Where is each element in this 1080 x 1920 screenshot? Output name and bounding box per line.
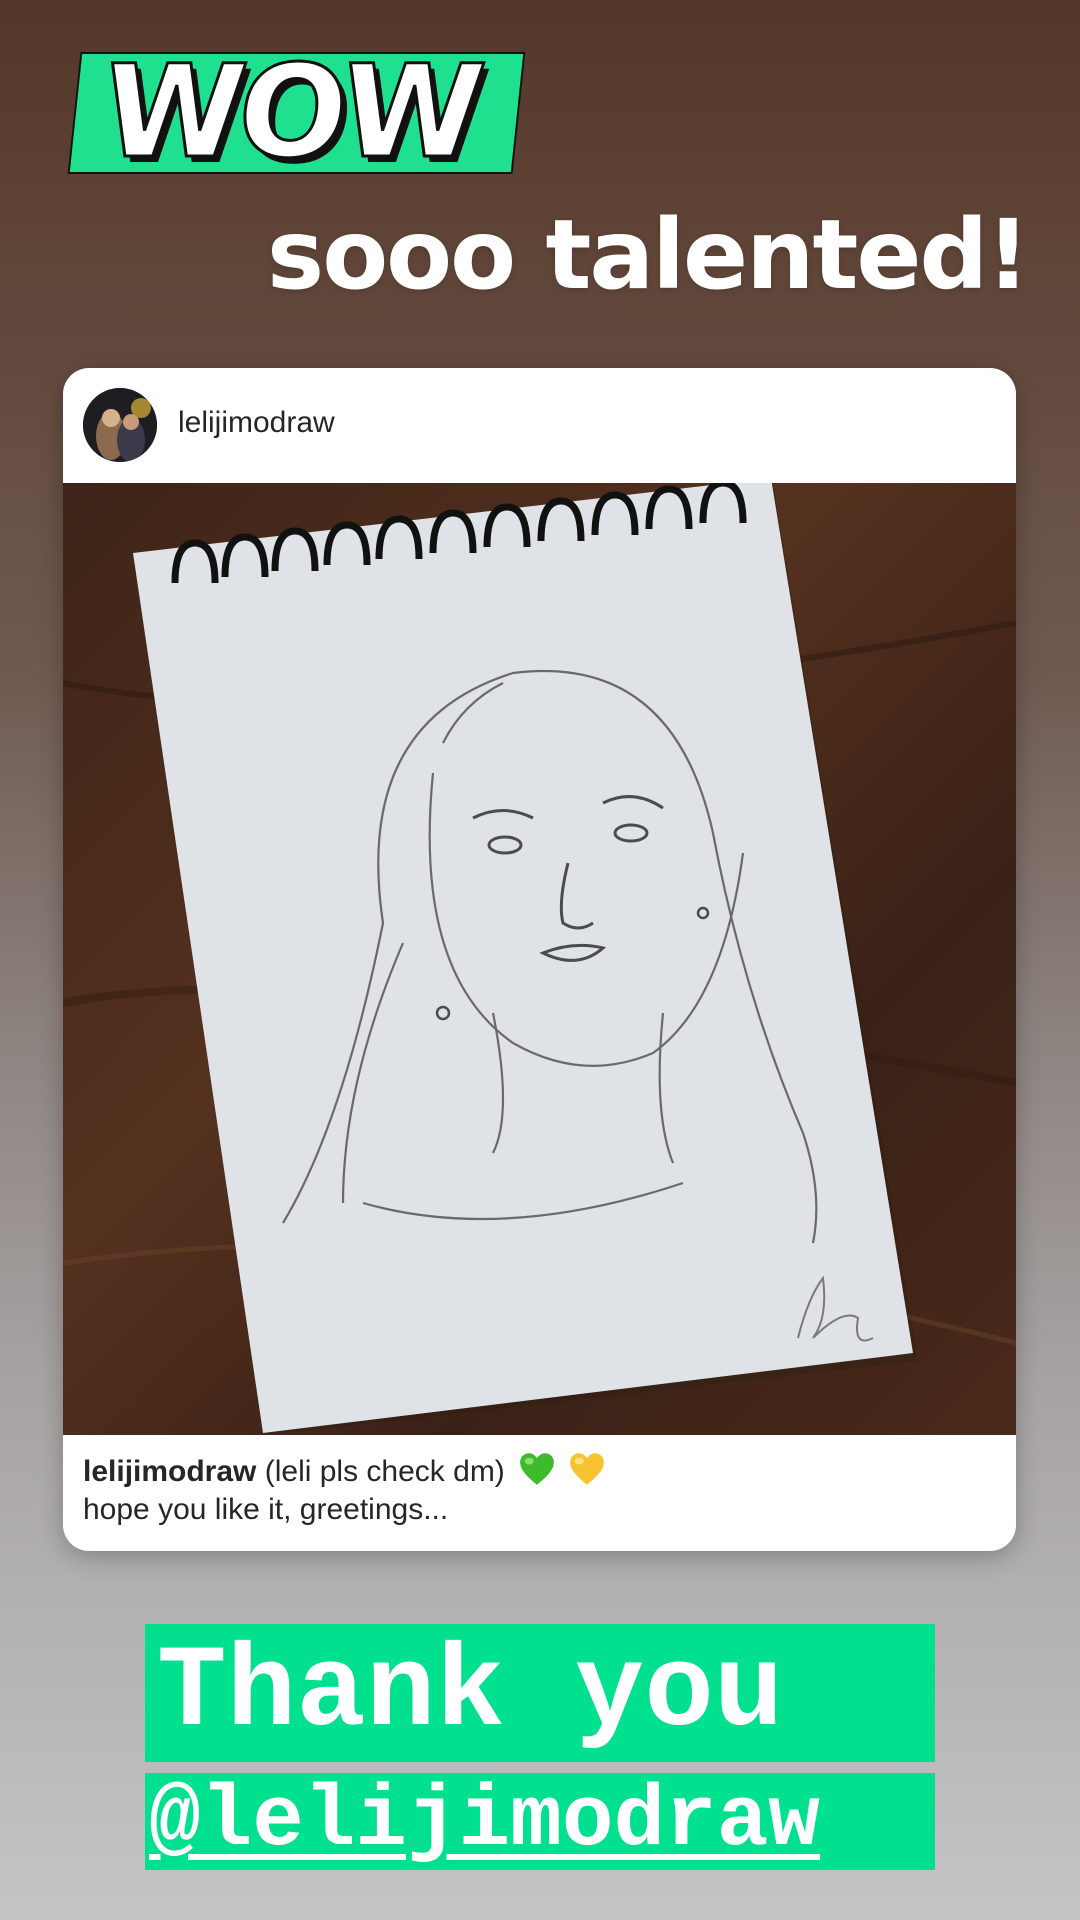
avatar[interactable] <box>83 388 157 462</box>
sketchbook-portrait-image <box>63 483 1016 1435</box>
caption-first-line: lelijimodraw (leli pls check dm) <box>83 1451 993 1491</box>
wow-text: WOW <box>96 52 487 174</box>
post-username[interactable]: lelijimodraw <box>178 406 335 440</box>
caption-username[interactable]: lelijimodraw <box>83 1455 256 1488</box>
caption-text: (leli pls check dm) <box>264 1455 505 1488</box>
profile-photo-avatar-icon <box>83 388 157 462</box>
caption-second-line: hope you like it, greetings... <box>83 1493 449 1526</box>
yellow-heart-icon <box>569 1451 605 1487</box>
thank-you-text: Thank you <box>145 1624 935 1762</box>
shared-post-card[interactable]: lelijimodraw lelijimodraw (leli pls chec… <box>63 368 1016 1551</box>
post-caption: lelijimodraw (leli pls check dm) hope yo… <box>83 1451 993 1529</box>
green-heart-icon <box>519 1451 555 1487</box>
post-photo[interactable] <box>63 483 1016 1435</box>
mention-link[interactable]: @lelijimodraw <box>149 1773 820 1870</box>
post-header[interactable]: lelijimodraw <box>63 368 1016 483</box>
wow-sticker: WOW WOW <box>67 52 526 174</box>
headline-text: sooo talented! <box>267 199 1030 311</box>
wow-sticker-graphic: WOW WOW <box>67 52 526 174</box>
mention-block: @lelijimodraw <box>145 1773 935 1870</box>
